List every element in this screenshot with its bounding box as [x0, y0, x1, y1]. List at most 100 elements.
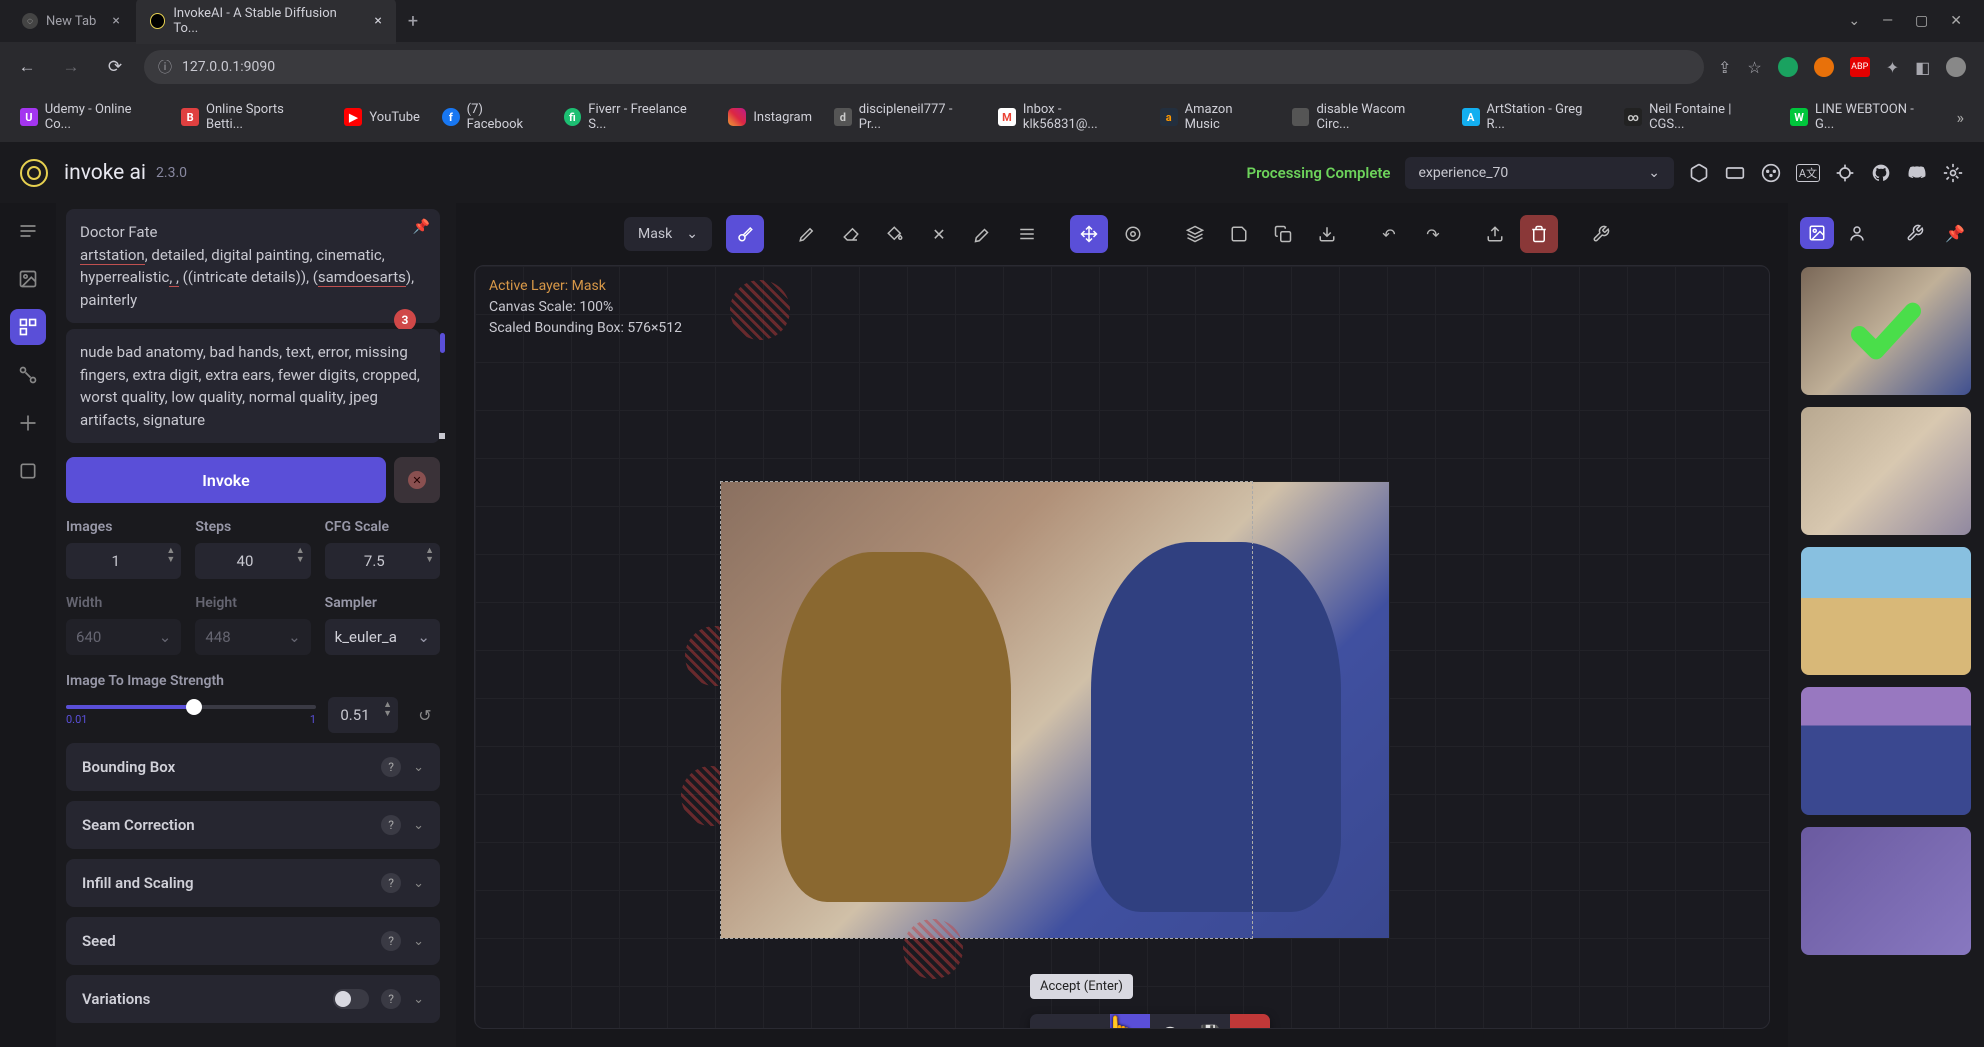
- bookmark-star-icon[interactable]: ☆: [1747, 58, 1761, 77]
- rail-canvas[interactable]: [10, 309, 46, 345]
- eraser-tool-icon[interactable]: [832, 215, 870, 253]
- profile-avatar-icon[interactable]: [1946, 57, 1966, 77]
- positive-prompt[interactable]: 📌 Doctor Fateartstation, detailed, digit…: [66, 209, 440, 323]
- staging-accept-icon[interactable]: ✓: [1110, 1014, 1150, 1029]
- clear-mask-icon[interactable]: ✕: [920, 215, 958, 253]
- delete-icon[interactable]: [1520, 215, 1558, 253]
- canvas-settings-icon[interactable]: [1582, 215, 1620, 253]
- gallery-tab-results-icon[interactable]: [1800, 217, 1834, 249]
- bookmark[interactable]: UUdemy - Online Co...: [12, 98, 167, 136]
- bug-icon[interactable]: [1834, 162, 1856, 184]
- resize-handle-icon[interactable]: [439, 433, 445, 439]
- staging-next-icon[interactable]: →: [1070, 1014, 1110, 1029]
- browser-tab[interactable]: InvokeAI - A Stable Diffusion To... ×: [136, 0, 396, 44]
- bookmark[interactable]: disable Wacom Circ...: [1284, 98, 1448, 136]
- settings-gear-icon[interactable]: [1942, 162, 1964, 184]
- discord-icon[interactable]: [1906, 162, 1928, 184]
- width-select[interactable]: 640⌄: [66, 619, 181, 655]
- rail-img2img[interactable]: [10, 261, 46, 297]
- negative-prompt[interactable]: nude bad anatomy, bad hands, text, error…: [66, 329, 440, 443]
- staging-save-icon[interactable]: 💾: [1190, 1014, 1230, 1029]
- cancel-button[interactable]: ✕: [394, 457, 440, 503]
- model-dropdown[interactable]: experience_70 ⌄: [1405, 157, 1675, 189]
- lines-icon[interactable]: [1008, 215, 1046, 253]
- rail-training[interactable]: [10, 453, 46, 489]
- bookmark[interactable]: MInbox - klk56831@...: [990, 98, 1146, 136]
- bookmark[interactable]: WLINE WEBTOON - G...: [1782, 98, 1942, 136]
- stepper-arrows-icon[interactable]: ▲▼: [425, 547, 434, 565]
- rail-postprocess[interactable]: [10, 405, 46, 441]
- help-icon[interactable]: ?: [381, 873, 401, 893]
- bounding-box[interactable]: [720, 481, 1253, 939]
- gallery-thumbnail[interactable]: [1801, 407, 1971, 535]
- url-input[interactable]: ⓘ 127.0.0.1:9090: [144, 50, 1704, 84]
- browser-tab[interactable]: ◌ New Tab ×: [8, 5, 134, 37]
- rail-nodes[interactable]: [10, 357, 46, 393]
- staging-toggle-visibility-icon[interactable]: 👁: [1150, 1014, 1190, 1029]
- i2i-strength-slider[interactable]: [66, 705, 316, 709]
- reset-icon[interactable]: ↺: [410, 700, 440, 730]
- minimize-icon[interactable]: —: [1882, 13, 1893, 29]
- redo-icon[interactable]: ↷: [1414, 215, 1452, 253]
- bookmark[interactable]: ∞Neil Fontaine | CGS...: [1616, 98, 1776, 136]
- canvas-viewport[interactable]: Active Layer: Mask Canvas Scale: 100% Sc…: [474, 265, 1770, 1029]
- move-tool-icon[interactable]: [1070, 215, 1108, 253]
- extension-icon[interactable]: [1814, 57, 1834, 77]
- staging-discard-icon[interactable]: ✕: [1230, 1014, 1270, 1029]
- bookmarks-overflow-icon[interactable]: »: [1949, 108, 1973, 127]
- forward-icon[interactable]: →: [56, 57, 86, 77]
- palette-icon[interactable]: [1760, 162, 1782, 184]
- fill-tool-icon[interactable]: [876, 215, 914, 253]
- bookmark[interactable]: ddiscipleneil777 - Pr...: [826, 98, 984, 136]
- cfg-input[interactable]: [325, 543, 440, 579]
- gallery-thumbnail[interactable]: [1801, 687, 1971, 815]
- gallery-settings-icon[interactable]: [1898, 217, 1932, 249]
- side-panel-icon[interactable]: ◧: [1915, 58, 1930, 77]
- undo-icon[interactable]: ↶: [1370, 215, 1408, 253]
- stepper-arrows-icon[interactable]: ▲▼: [296, 547, 305, 565]
- pin-icon[interactable]: 📌: [413, 217, 430, 238]
- help-icon[interactable]: ?: [381, 815, 401, 835]
- images-input[interactable]: [66, 543, 181, 579]
- color-picker-tool-icon[interactable]: [964, 215, 1002, 253]
- language-icon[interactable]: A文: [1796, 164, 1820, 182]
- staging-prev-icon[interactable]: ←: [1030, 1014, 1070, 1029]
- share-icon[interactable]: ⇪: [1718, 58, 1731, 77]
- accordion-bounding-box[interactable]: Bounding Box ?⌄: [66, 743, 440, 791]
- help-icon[interactable]: ?: [381, 931, 401, 951]
- chevron-down-icon[interactable]: ⌄: [1848, 13, 1860, 29]
- reload-icon[interactable]: ⟳: [100, 57, 130, 77]
- gallery-thumbnail[interactable]: [1801, 547, 1971, 675]
- close-icon[interactable]: ×: [374, 13, 381, 29]
- sampler-select[interactable]: k_euler_a⌄: [325, 619, 440, 655]
- accordion-seam-correction[interactable]: Seam Correction ?⌄: [66, 801, 440, 849]
- variations-toggle[interactable]: [333, 989, 369, 1009]
- bookmark[interactable]: aAmazon Music: [1152, 98, 1278, 136]
- cube-icon[interactable]: [1688, 162, 1710, 184]
- extension-abp-icon[interactable]: ABP: [1850, 57, 1870, 77]
- extension-icon[interactable]: [1778, 57, 1798, 77]
- layers-icon[interactable]: [1176, 215, 1214, 253]
- brush-tool-base-icon[interactable]: [726, 215, 764, 253]
- bookmark[interactable]: AArtStation - Greg R...: [1454, 98, 1611, 136]
- copy-icon[interactable]: [1264, 215, 1302, 253]
- height-select[interactable]: 448⌄: [195, 619, 310, 655]
- gallery-tab-user-icon[interactable]: [1840, 217, 1874, 249]
- layer-select[interactable]: Mask⌄: [624, 217, 712, 251]
- steps-input[interactable]: [195, 543, 310, 579]
- bookmark[interactable]: BOnline Sports Betti...: [173, 98, 330, 136]
- maximize-icon[interactable]: ▢: [1915, 13, 1928, 29]
- bookmark[interactable]: Instagram: [720, 104, 820, 130]
- help-icon[interactable]: ?: [381, 757, 401, 777]
- bookmark[interactable]: f(7) Facebook: [434, 98, 550, 136]
- download-icon[interactable]: [1308, 215, 1346, 253]
- scrollbar-thumb[interactable]: [440, 333, 445, 353]
- close-icon[interactable]: ×: [112, 13, 119, 29]
- brush-tool-icon[interactable]: [788, 215, 826, 253]
- gallery-pin-icon[interactable]: 📌: [1938, 217, 1972, 249]
- github-icon[interactable]: [1870, 162, 1892, 184]
- help-icon[interactable]: ?: [381, 989, 401, 1009]
- save-canvas-icon[interactable]: [1220, 215, 1258, 253]
- accordion-seed[interactable]: Seed ?⌄: [66, 917, 440, 965]
- close-window-icon[interactable]: ✕: [1950, 13, 1962, 29]
